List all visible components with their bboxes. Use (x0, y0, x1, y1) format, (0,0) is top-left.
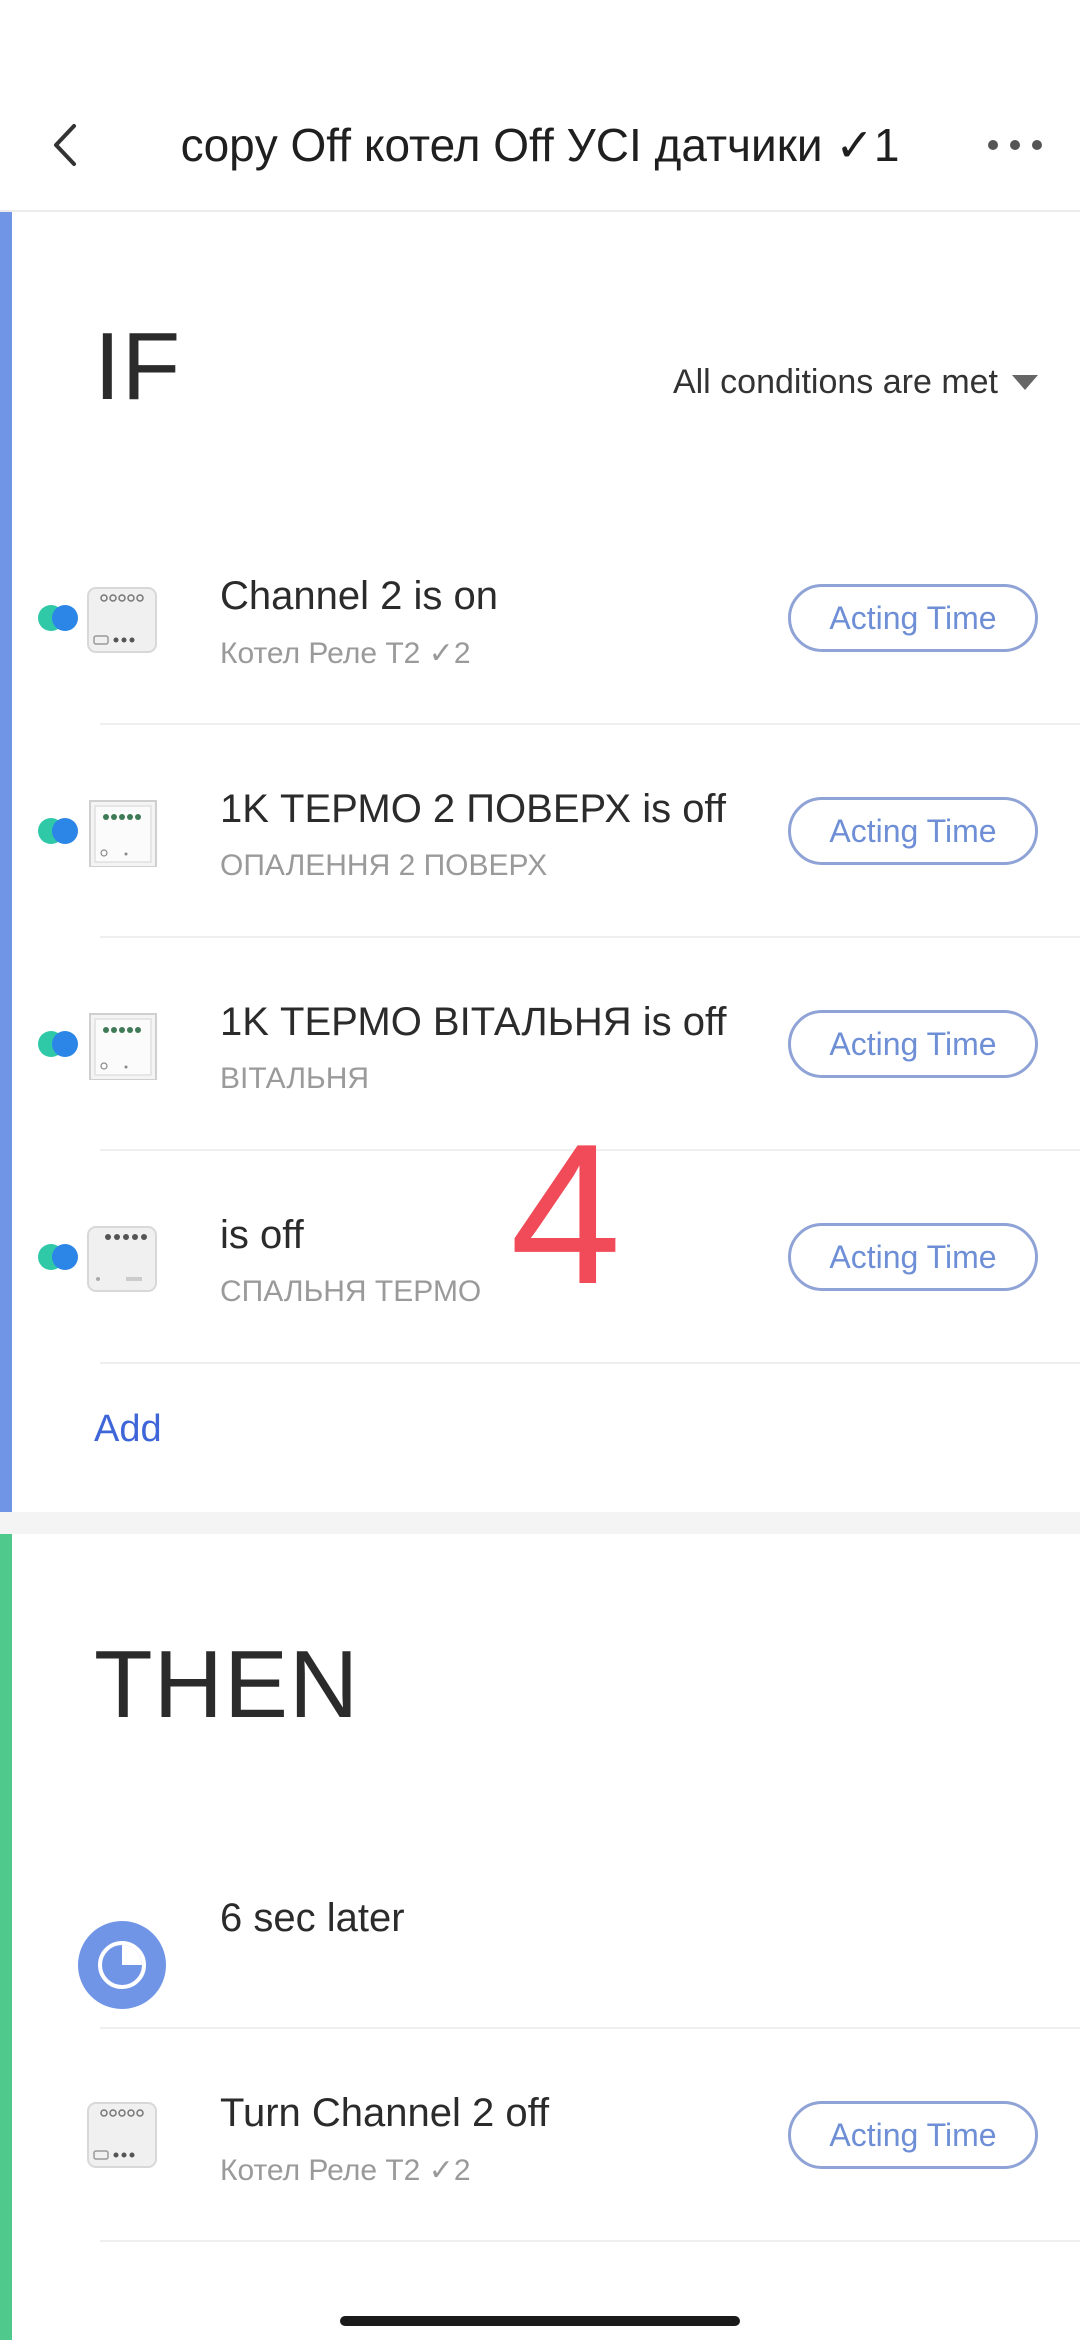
condition-subtitle: СПАЛЬНЯ ТЕРМО (220, 1275, 482, 1308)
more-dots-icon (988, 140, 1042, 150)
condition-mode-label: All conditions are met (672, 362, 998, 401)
status-dots-icon (38, 605, 80, 631)
home-indicator[interactable] (340, 2316, 740, 2326)
status-dots-icon (38, 1031, 80, 1057)
acting-time-button[interactable]: Acting Time (788, 797, 1038, 865)
then-heading: THEN (94, 1631, 360, 1738)
status-dots-icon (38, 1244, 80, 1270)
relay-module-icon (87, 1226, 157, 1292)
condition-row[interactable]: Channel 2 is on Котел Реле T2 ✓2 Acting … (0, 512, 1080, 725)
delay-row[interactable]: 6 sec later (0, 1824, 1080, 2029)
action-title: 6 sec later (220, 1896, 405, 1940)
condition-subtitle: ОПАЛЕННЯ 2 ПОВЕРХ (220, 849, 548, 882)
condition-subtitle: ВІТАЛЬНЯ (220, 1062, 370, 1095)
divider (100, 2240, 1080, 2242)
acting-time-button[interactable]: Acting Time (788, 584, 1038, 652)
condition-mode-dropdown[interactable]: All conditions are met (673, 342, 1038, 422)
add-condition-link[interactable]: Add (94, 1408, 162, 1451)
more-button[interactable] (980, 115, 1050, 175)
condition-title: 1K ТЕРМО 2 ПОВЕРХ is off (220, 787, 726, 831)
condition-row[interactable]: 1K ТЕРМО 2 ПОВЕРХ is off ОПАЛЕННЯ 2 ПОВЕ… (0, 725, 1080, 938)
timer-icon (78, 1921, 166, 2009)
dropdown-triangle-icon (1012, 374, 1038, 390)
wall-switch-icon (89, 800, 157, 867)
condition-title: is off (220, 1213, 304, 1257)
then-section: THEN 6 sec later Turn Channel 2 off Коте… (0, 1534, 1080, 2340)
relay-module-icon (87, 2102, 157, 2168)
action-title: Turn Channel 2 off (220, 2091, 550, 2135)
action-row[interactable]: Turn Channel 2 off Котел Реле T2 ✓2 Acti… (0, 2029, 1080, 2242)
section-divider (0, 1512, 1080, 1534)
acting-time-button[interactable]: Acting Time (788, 1010, 1038, 1078)
status-dots-icon (38, 818, 80, 844)
condition-title: 1K ТЕРМО ВІТАЛЬНЯ is off (220, 1000, 727, 1044)
if-heading: IF (94, 313, 182, 420)
back-button[interactable] (40, 110, 90, 180)
relay-module-icon (87, 587, 157, 653)
chevron-left-icon (54, 124, 76, 166)
condition-title: Channel 2 is on (220, 574, 498, 618)
action-subtitle: Котел Реле T2 ✓2 (220, 2154, 471, 2187)
top-bar: copy Off котел Off УСІ датчики ✓1 (0, 0, 1080, 212)
page-title: copy Off котел Off УСІ датчики ✓1 (180, 119, 900, 171)
acting-time-button[interactable]: Acting Time (788, 1223, 1038, 1291)
condition-subtitle: Котел Реле T2 ✓2 (220, 637, 471, 670)
wall-switch-icon (89, 1013, 157, 1080)
acting-time-button[interactable]: Acting Time (788, 2101, 1038, 2169)
overlay-number: 4 (510, 1103, 622, 1326)
divider (100, 1362, 1080, 1364)
